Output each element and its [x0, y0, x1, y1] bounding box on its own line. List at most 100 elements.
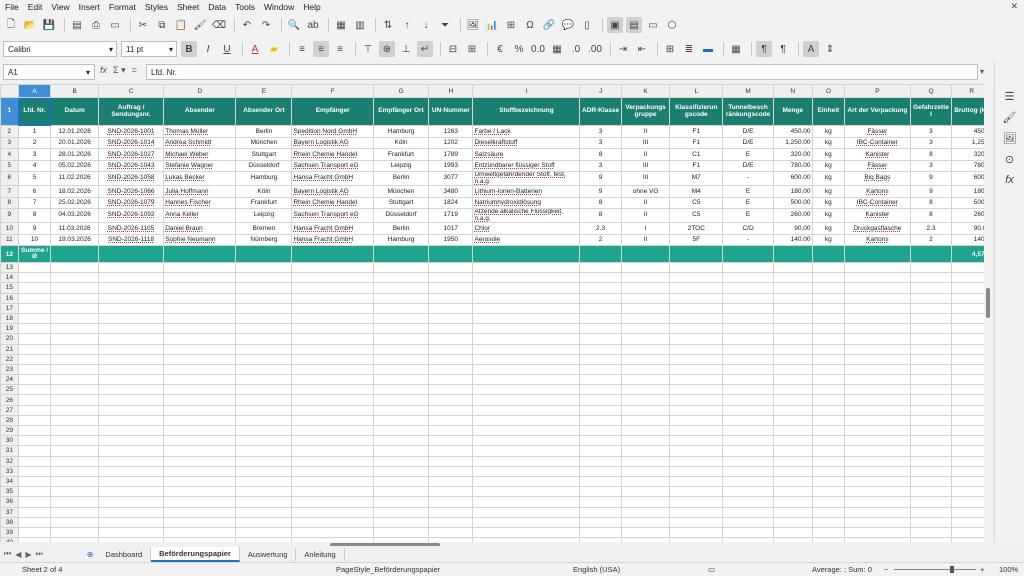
table-cell[interactable]: 8 [909, 196, 953, 209]
sum-cell[interactable] [472, 245, 581, 263]
empty-cell[interactable] [844, 312, 911, 325]
menu-view[interactable]: View [51, 2, 69, 12]
table-cell[interactable]: Kartons [844, 233, 911, 246]
functions-icon[interactable]: fx [1005, 174, 1014, 186]
table-cell[interactable]: 140.00 [772, 233, 813, 246]
empty-cell[interactable] [579, 272, 622, 284]
split-window-icon[interactable]: ▭ [645, 17, 661, 33]
empty-cell[interactable] [722, 506, 774, 518]
sum-cell[interactable] [97, 245, 165, 263]
empty-cell[interactable] [291, 292, 374, 304]
empty-cell[interactable] [772, 394, 813, 406]
sum-cell[interactable] [235, 245, 293, 263]
expand-formula-icon[interactable]: ▾ [980, 67, 984, 76]
row-header[interactable]: 38 [0, 516, 19, 528]
empty-cell[interactable] [235, 302, 293, 314]
menu-tools[interactable]: Tools [235, 2, 255, 12]
table-cell[interactable]: II [620, 125, 671, 138]
empty-cell[interactable] [163, 404, 237, 416]
empty-cell[interactable] [17, 292, 52, 304]
table-cell[interactable]: kg [811, 222, 846, 235]
empty-cell[interactable] [97, 302, 165, 314]
empty-cell[interactable] [50, 272, 99, 284]
empty-cell[interactable] [50, 465, 99, 477]
empty-cell[interactable] [472, 394, 581, 406]
table-cell[interactable]: 8 [579, 208, 622, 223]
menu-help[interactable]: Help [303, 2, 320, 12]
empty-cell[interactable] [372, 516, 430, 528]
empty-cell[interactable] [428, 302, 474, 314]
table-cell[interactable]: M7 [669, 171, 724, 186]
table-cell[interactable]: Berlin [372, 222, 430, 235]
table-cell[interactable]: Hansa Fracht GmbH [291, 171, 374, 186]
clone-formatting-icon[interactable]: 🖌 [192, 17, 208, 33]
empty-cell[interactable] [844, 282, 911, 294]
menu-format[interactable]: Format [109, 2, 136, 12]
table-cell[interactable]: Bayern Logistik AG [291, 136, 374, 149]
empty-cell[interactable] [17, 374, 52, 386]
empty-cell[interactable] [909, 475, 953, 488]
empty-cell[interactable] [235, 455, 293, 467]
table-cell[interactable]: Kartons [844, 185, 911, 198]
empty-cell[interactable] [722, 435, 774, 447]
table-cell[interactable]: Entzündbarer flüssiger Stoff [472, 159, 581, 172]
menu-edit[interactable]: Edit [28, 2, 43, 12]
empty-cell[interactable] [97, 261, 165, 274]
row-header[interactable]: 21 [0, 343, 19, 355]
empty-cell[interactable] [163, 414, 237, 427]
row-header[interactable]: 3 [0, 136, 19, 149]
empty-cell[interactable] [428, 465, 474, 477]
row-header[interactable]: 37 [0, 506, 19, 518]
empty-cell[interactable] [17, 353, 52, 365]
empty-cell[interactable] [50, 445, 99, 457]
empty-cell[interactable] [97, 394, 165, 406]
empty-cell[interactable] [579, 374, 622, 386]
column-header[interactable]: L [669, 84, 724, 98]
empty-cell[interactable] [909, 404, 953, 416]
empty-cell[interactable] [428, 261, 474, 274]
decrease-indent-icon[interactable]: ⇤ [634, 41, 650, 57]
menu-window[interactable]: Window [264, 2, 294, 12]
empty-cell[interactable] [722, 455, 774, 467]
table-cell[interactable]: Hansa Fracht GmbH [291, 233, 374, 246]
empty-cell[interactable] [291, 282, 374, 294]
row-header[interactable]: 9 [0, 208, 19, 223]
empty-cell[interactable] [428, 272, 474, 284]
unmerge-cells-icon[interactable]: ⊞ [464, 41, 480, 57]
row-header[interactable]: 29 [0, 424, 19, 437]
empty-cell[interactable] [620, 404, 671, 416]
empty-cell[interactable] [579, 323, 622, 335]
header-cell[interactable]: Absender [163, 97, 237, 126]
empty-cell[interactable] [17, 312, 52, 325]
empty-cell[interactable] [163, 312, 237, 325]
empty-cell[interactable] [620, 516, 671, 528]
row-header[interactable]: 13 [0, 261, 19, 274]
table-cell[interactable]: Fässer [844, 125, 911, 138]
empty-cell[interactable] [428, 506, 474, 518]
empty-cell[interactable] [579, 455, 622, 467]
table-cell[interactable]: II [620, 233, 671, 246]
table-cell[interactable]: Rhein Chemie Handel [291, 148, 374, 161]
selection-mode-icon[interactable]: ▭ [708, 565, 715, 574]
empty-cell[interactable] [669, 496, 724, 508]
font-size-box[interactable]: 11 pt ▾ [121, 41, 177, 57]
row-header[interactable]: 33 [0, 465, 19, 477]
empty-cell[interactable] [722, 424, 774, 437]
table-cell[interactable]: Stuttgart [372, 196, 430, 209]
table-cell[interactable]: kg [811, 185, 846, 198]
table-cell[interactable]: 450.00 [772, 125, 813, 138]
empty-cell[interactable] [472, 261, 581, 274]
table-cell[interactable]: kg [811, 125, 846, 138]
empty-cell[interactable] [620, 312, 671, 325]
empty-cell[interactable] [844, 404, 911, 416]
empty-cell[interactable] [97, 537, 165, 542]
table-cell[interactable]: - [722, 233, 774, 246]
empty-cell[interactable] [17, 465, 52, 477]
table-cell[interactable]: 1993 [428, 159, 474, 172]
table-cell[interactable]: 1719 [428, 208, 474, 223]
empty-cell[interactable] [372, 526, 430, 539]
column-header[interactable]: Q [909, 84, 953, 98]
table-cell[interactable]: 1017 [428, 222, 474, 235]
empty-cell[interactable] [235, 363, 293, 376]
empty-cell[interactable] [472, 424, 581, 437]
